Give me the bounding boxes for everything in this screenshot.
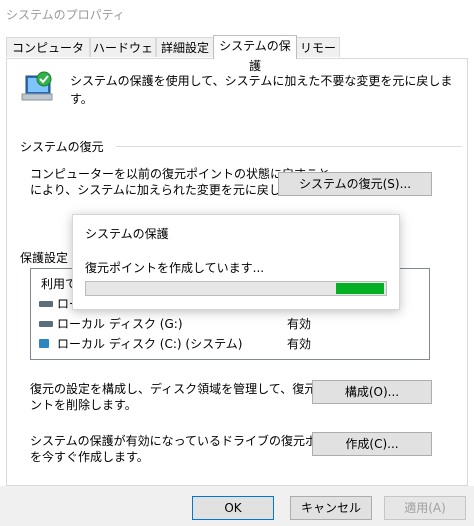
restore-text-line2: により、システムに加えられた変更を元に戻します。: [30, 183, 316, 197]
apply-button[interactable]: 適用(A): [384, 496, 466, 520]
drive-status: 有効: [287, 337, 312, 351]
system-protection-progress-dialog: システムの保護 復元ポイントを作成しています...: [72, 214, 400, 310]
computer-restore-icon: [21, 71, 53, 101]
tab-advanced[interactable]: 詳細設定: [156, 37, 214, 57]
tab-system-protection[interactable]: システムの保護: [213, 35, 297, 73]
system-restore-button[interactable]: システムの復元(S)...: [278, 172, 432, 196]
protection-heading: 保護設定: [20, 251, 69, 265]
tab-hardware[interactable]: ハードウェア: [90, 37, 156, 75]
drive-status: 有効: [287, 317, 312, 331]
progress-fill: [336, 283, 384, 294]
ok-button[interactable]: OK: [192, 496, 274, 520]
dialog-title: システムの保護: [85, 227, 169, 241]
cancel-button[interactable]: キャンセル: [290, 496, 372, 520]
configure-text-line2: ントを削除します。: [30, 398, 137, 412]
drive-icon: [39, 321, 53, 327]
title-bar: システムのプロパティ: [0, 0, 474, 32]
create-text-line2: を今すぐ作成します。: [30, 450, 149, 464]
drive-label: ローカル ディスク (C:) (システム): [57, 337, 243, 351]
progress-bar: [85, 281, 387, 296]
configure-button[interactable]: 構成(O)...: [312, 380, 432, 404]
restore-heading: システムの復元: [20, 140, 104, 154]
drive-row[interactable]: ローカル ディスク (C:) (システム) 有効: [39, 335, 419, 353]
create-button[interactable]: 作成(C)...: [312, 432, 432, 456]
restore-divider: [116, 146, 462, 147]
protection-description: システムの保護を使用して、システムに加えた不要な変更を元に戻します。: [70, 74, 453, 106]
window-title: システムのプロパティ: [6, 8, 125, 22]
tab-computer-name[interactable]: コンピューター名: [6, 37, 90, 75]
drive-icon: [39, 301, 53, 307]
tab-remote[interactable]: リモート: [296, 37, 340, 75]
dialog-message: 復元ポイントを作成しています...: [85, 261, 265, 275]
system-drive-icon: [39, 339, 49, 348]
drive-row[interactable]: ローカル ディスク (G:) 有効: [39, 315, 419, 333]
drive-label: ローカル ディスク (G:): [57, 317, 183, 331]
